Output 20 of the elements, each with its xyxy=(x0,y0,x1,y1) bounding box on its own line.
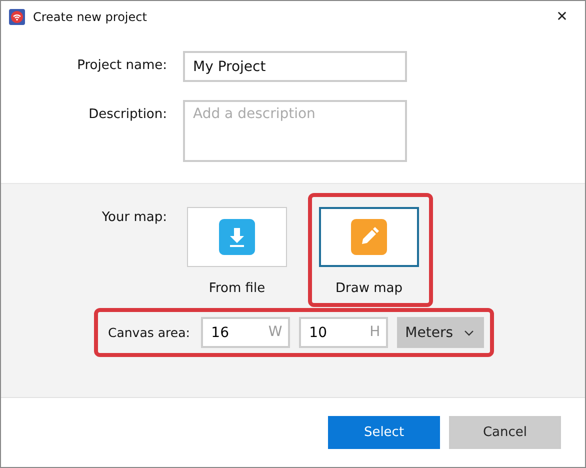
chevron-down-icon xyxy=(464,330,474,336)
project-name-field[interactable]: My Project xyxy=(183,51,407,82)
unit-label: H xyxy=(370,324,380,340)
unit-label: W xyxy=(268,324,282,340)
download-icon xyxy=(219,219,255,255)
field-label: Description: xyxy=(88,106,168,124)
map-option-label: From file xyxy=(208,281,266,296)
field-label: Project name: xyxy=(76,57,168,75)
cancel-button[interactable]: Cancel xyxy=(449,416,561,449)
window-title: Create new project xyxy=(33,10,147,24)
field-label: Canvas area: xyxy=(107,325,191,340)
description-field[interactable]: Add a description xyxy=(183,100,407,162)
field-label: Your map: xyxy=(100,209,168,227)
close-button[interactable]: ✕ xyxy=(539,1,585,32)
app-icon xyxy=(9,8,25,24)
units-dropdown[interactable]: Meters xyxy=(397,317,484,348)
map-option-label: Draw map xyxy=(336,281,402,296)
pencil-icon xyxy=(351,219,387,255)
map-option-tile[interactable] xyxy=(319,207,419,267)
select-button[interactable]: Select xyxy=(328,416,440,449)
